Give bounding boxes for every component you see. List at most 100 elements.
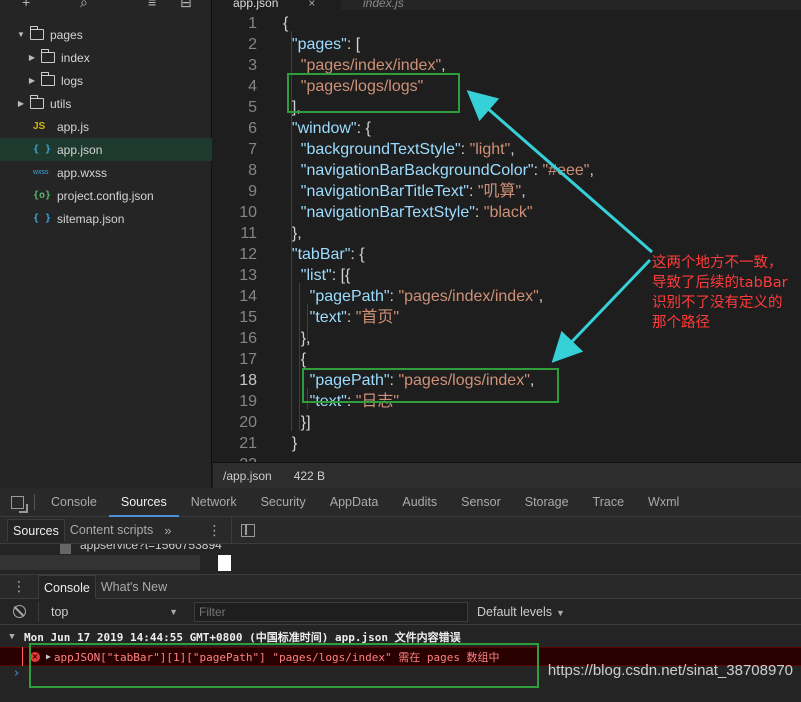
tab-trace[interactable]: Trace [581,488,637,517]
line-number: 10 [239,204,257,221]
tab-audits[interactable]: Audits [390,488,449,517]
punctuation [283,141,301,158]
more-tabs-icon[interactable]: » [164,523,171,538]
dropdown-icon: ▼ [169,606,178,617]
close-icon[interactable]: × [308,0,315,10]
code-line[interactable]: } [283,433,297,454]
punctuation: : [533,162,543,179]
list-icon[interactable]: ≡ [148,0,156,10]
json-key: "window" [291,120,357,137]
code-line[interactable]: "window": { [283,118,371,139]
drawer-tab-console[interactable]: Console [38,574,96,599]
punctuation: }] [283,414,311,431]
line-number: 1 [248,15,257,32]
filter-input[interactable] [194,601,468,622]
punctuation [283,309,310,326]
tree-folder-index[interactable]: ▶ index [0,46,212,69]
tree-file-app-js[interactable]: JS app.js [0,115,212,138]
tree-file-project-config[interactable]: {o} project.config.json [0,184,212,207]
tab-sources[interactable]: Sources [108,488,179,517]
kebab-menu-icon[interactable]: ⋮ [207,522,221,539]
line-number: 14 [239,288,257,305]
punctuation [283,267,301,284]
json-key: "tabBar" [291,246,351,263]
tree-folder-logs[interactable]: ▶ logs [0,69,212,92]
console-prompt[interactable]: › [14,666,19,681]
inspect-element-button[interactable] [0,488,34,517]
code-line[interactable]: "navigationBarTitleText": "叽算", [283,181,526,202]
line-number: 18 [239,372,257,389]
code-line[interactable]: "backgroundTextStyle": "light", [283,139,515,160]
line-number: 7 [248,141,257,158]
log-levels-select[interactable]: Default levels ▼ [477,605,565,619]
code-line[interactable]: { [283,349,306,370]
sources-navigator-tabs: Sources Content scripts » ⋮ [0,517,231,544]
clear-console-button[interactable] [0,605,38,618]
horizontal-scrollbar[interactable] [0,555,231,571]
sources-tree-item[interactable]: appservice?t=1560753894 [0,544,231,555]
tab-storage[interactable]: Storage [513,488,581,517]
tab-app-json[interactable]: app.json × [213,0,341,10]
punctuation: : [ [346,36,361,53]
inspect-icon [10,495,28,513]
tree-item-label: project.config.json [57,188,154,203]
tab-console[interactable]: Console [39,488,109,517]
code-line[interactable]: }, [283,223,302,244]
add-file-icon[interactable]: + [22,0,30,10]
error-marker [22,647,23,666]
line-number: 6 [248,120,257,137]
tree-folder-utils[interactable]: ▶ utils [0,92,212,115]
json-key: "navigationBarTextStyle" [300,204,475,221]
tree-item-label: app.wxss [57,165,108,180]
json-string: "pages/index/index" [398,288,539,305]
chevron-right-icon: ▶ [28,53,36,62]
code-line[interactable]: "pagePath": "pages/index/index", [283,286,544,307]
tab-content-scripts[interactable]: Content scripts [65,519,158,542]
tree-item-label: utils [50,96,72,111]
tree-folder-pages[interactable]: ▼ pages [0,23,212,46]
dropdown-icon: ▼ [556,607,565,618]
config-file-icon: {o} [33,190,52,201]
json-file-icon: { } [33,144,52,155]
tab-security[interactable]: Security [249,488,318,517]
toggle-navigator-icon[interactable] [241,524,255,537]
punctuation [283,57,301,74]
tree-item-label: logs [61,73,84,88]
tab-index-js[interactable]: index.js [343,0,424,10]
drawer-tab-whats-new[interactable]: What's New [96,575,172,599]
tree-file-sitemap-json[interactable]: { } sitemap.json [0,207,212,230]
line-number: 8 [248,162,257,179]
kebab-menu-icon[interactable]: ⋮ [0,578,38,595]
watermark: https://blog.csdn.net/sinat_38708970 [547,662,793,679]
scrollbar-thumb[interactable] [218,555,231,571]
tab-wxml[interactable]: Wxml [636,488,691,517]
tab-sources-nav[interactable]: Sources [7,518,65,542]
code-line[interactable]: { [283,13,288,34]
code-line[interactable]: }, [283,328,311,349]
collapse-icon[interactable]: ⊟ [180,0,192,10]
code-line[interactable]: "tabBar": { [283,244,365,265]
tree-file-app-wxss[interactable]: wxss app.wxss [0,161,212,184]
annotation-line: 那个路径 [652,315,710,331]
js-file-icon: JS [33,121,46,132]
tab-network[interactable]: Network [179,488,249,517]
tree-file-app-json[interactable]: { } app.json [0,138,212,161]
punctuation [283,36,292,53]
line-number: 2 [248,36,257,53]
context-select[interactable]: top ▼ [38,601,184,622]
json-string: "pages/index/index" [300,57,442,74]
code-line[interactable]: }] [283,412,311,433]
code-line[interactable]: "navigationBarTextStyle": "black" [283,202,533,223]
tab-appdata[interactable]: AppData [318,488,391,517]
search-icon[interactable]: ⌕ [80,0,88,10]
code-line[interactable]: "pages": [ [283,34,360,55]
code-line[interactable]: "navigationBarBackgroundColor": "#eee", [283,160,594,181]
code-line[interactable]: "text": "首页" [283,307,399,328]
line-number: 9 [248,183,257,200]
code-line[interactable]: "list": [{ [283,265,351,286]
punctuation [283,204,301,221]
annotation-line: 导致了后续的tabBar [652,275,788,291]
tab-sensor[interactable]: Sensor [449,488,513,517]
divider [34,494,35,510]
line-number: 5 [248,99,257,116]
